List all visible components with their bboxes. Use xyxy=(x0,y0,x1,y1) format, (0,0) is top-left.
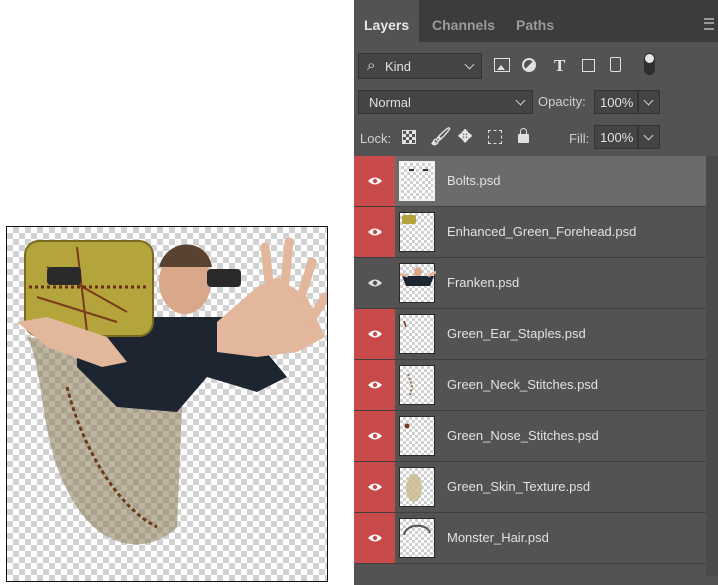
lock-artboard-icon[interactable] xyxy=(488,130,502,144)
filter-kind-value: Kind xyxy=(385,59,412,74)
visibility-toggle[interactable] xyxy=(354,462,395,512)
visibility-toggle[interactable] xyxy=(354,207,395,257)
image-filter-icon[interactable] xyxy=(494,58,510,72)
lock-position-icon[interactable]: ✥ xyxy=(458,127,472,147)
lock-image-pixels-icon[interactable]: 🖌 xyxy=(430,127,452,147)
layers-list: Bolts.psd Enhanced_Green_Forehead.psd Fr… xyxy=(354,156,706,564)
fill-value: 100% xyxy=(600,130,634,145)
fill-input[interactable]: 100% xyxy=(594,125,638,149)
eye-icon xyxy=(367,432,382,440)
opacity-label: Opacity: xyxy=(538,94,586,109)
filter-toggle-icon[interactable] xyxy=(644,53,655,75)
opacity-input[interactable]: 100% xyxy=(594,90,638,114)
tab-channels[interactable]: Channels xyxy=(422,0,505,42)
layers-panel: Layers Channels Paths ⌕ Kind T Normal Op… xyxy=(354,0,718,585)
lock-label: Lock: xyxy=(360,131,392,146)
document-canvas[interactable] xyxy=(6,226,328,582)
layer-row-green-neck-stitches[interactable]: Green_Neck_Stitches.psd xyxy=(354,360,706,411)
eye-icon xyxy=(367,330,382,338)
composite-image xyxy=(17,237,327,545)
layers-scrollbar[interactable] xyxy=(706,156,718,576)
shape-filter-icon[interactable] xyxy=(582,59,595,72)
layer-thumbnail xyxy=(399,365,435,405)
visibility-toggle[interactable] xyxy=(354,156,395,206)
lock-all-icon[interactable] xyxy=(518,128,529,143)
layer-filter-dropdown[interactable]: ⌕ Kind xyxy=(358,53,482,79)
layer-name[interactable]: Green_Ear_Staples.psd xyxy=(447,309,586,359)
fill-slider-button[interactable] xyxy=(638,125,660,149)
lock-transparent-pixels-icon[interactable] xyxy=(402,130,416,144)
layer-thumbnail xyxy=(399,314,435,354)
layer-thumbnail xyxy=(399,161,435,201)
tab-layers[interactable]: Layers xyxy=(354,0,420,42)
layer-thumbnail xyxy=(399,212,435,252)
blend-mode-dropdown[interactable]: Normal xyxy=(358,90,533,114)
panel-menu-icon[interactable] xyxy=(704,18,714,30)
chevron-down-icon xyxy=(515,95,526,106)
visibility-toggle[interactable] xyxy=(354,513,395,563)
layer-name[interactable]: Green_Nose_Stitches.psd xyxy=(447,411,599,461)
layer-row-bolts[interactable]: Bolts.psd xyxy=(354,156,706,207)
layer-thumbnail xyxy=(399,518,435,558)
fill-label: Fill: xyxy=(569,131,590,146)
layer-row-monster-hair[interactable]: Monster_Hair.psd xyxy=(354,513,706,564)
layer-thumbnail xyxy=(399,416,435,456)
layer-name[interactable]: Green_Skin_Texture.psd xyxy=(447,462,590,512)
type-filter-icon[interactable]: T xyxy=(554,56,565,76)
layer-name[interactable]: Enhanced_Green_Forehead.psd xyxy=(447,207,636,257)
eye-icon xyxy=(367,228,382,236)
layer-row-franken[interactable]: Franken.psd xyxy=(354,258,706,309)
layer-thumbnail xyxy=(399,263,436,303)
eye-icon xyxy=(367,534,382,542)
tab-paths[interactable]: Paths xyxy=(506,0,564,42)
chevron-down-icon xyxy=(643,130,654,141)
visibility-toggle[interactable] xyxy=(354,360,395,410)
visibility-toggle[interactable] xyxy=(354,258,395,308)
smart-object-filter-icon[interactable] xyxy=(610,57,621,72)
panel-tab-bar: Layers Channels Paths xyxy=(354,0,718,42)
layer-row-green-ear-staples[interactable]: Green_Ear_Staples.psd xyxy=(354,309,706,360)
adjustment-filter-icon[interactable] xyxy=(522,58,536,72)
chevron-down-icon xyxy=(464,59,475,70)
layer-name[interactable]: Monster_Hair.psd xyxy=(447,513,549,563)
layer-row-green-nose-stitches[interactable]: Green_Nose_Stitches.psd xyxy=(354,411,706,462)
opacity-slider-button[interactable] xyxy=(638,90,660,114)
eye-icon xyxy=(367,177,382,185)
search-icon: ⌕ xyxy=(367,57,376,74)
visibility-toggle[interactable] xyxy=(354,411,395,461)
eye-icon xyxy=(367,483,382,491)
layer-row-green-skin-texture[interactable]: Green_Skin_Texture.psd xyxy=(354,462,706,513)
opacity-value: 100% xyxy=(600,95,634,110)
visibility-toggle[interactable] xyxy=(354,309,395,359)
layer-name[interactable]: Franken.psd xyxy=(447,258,519,308)
layer-name[interactable]: Green_Neck_Stitches.psd xyxy=(447,360,598,410)
blend-mode-value: Normal xyxy=(369,95,411,110)
eye-icon xyxy=(367,279,382,287)
layer-name[interactable]: Bolts.psd xyxy=(447,156,500,206)
chevron-down-icon xyxy=(643,95,654,106)
layer-row-enhanced-green-forehead[interactable]: Enhanced_Green_Forehead.psd xyxy=(354,207,706,258)
layer-thumbnail xyxy=(399,467,435,507)
eye-icon xyxy=(367,381,382,389)
